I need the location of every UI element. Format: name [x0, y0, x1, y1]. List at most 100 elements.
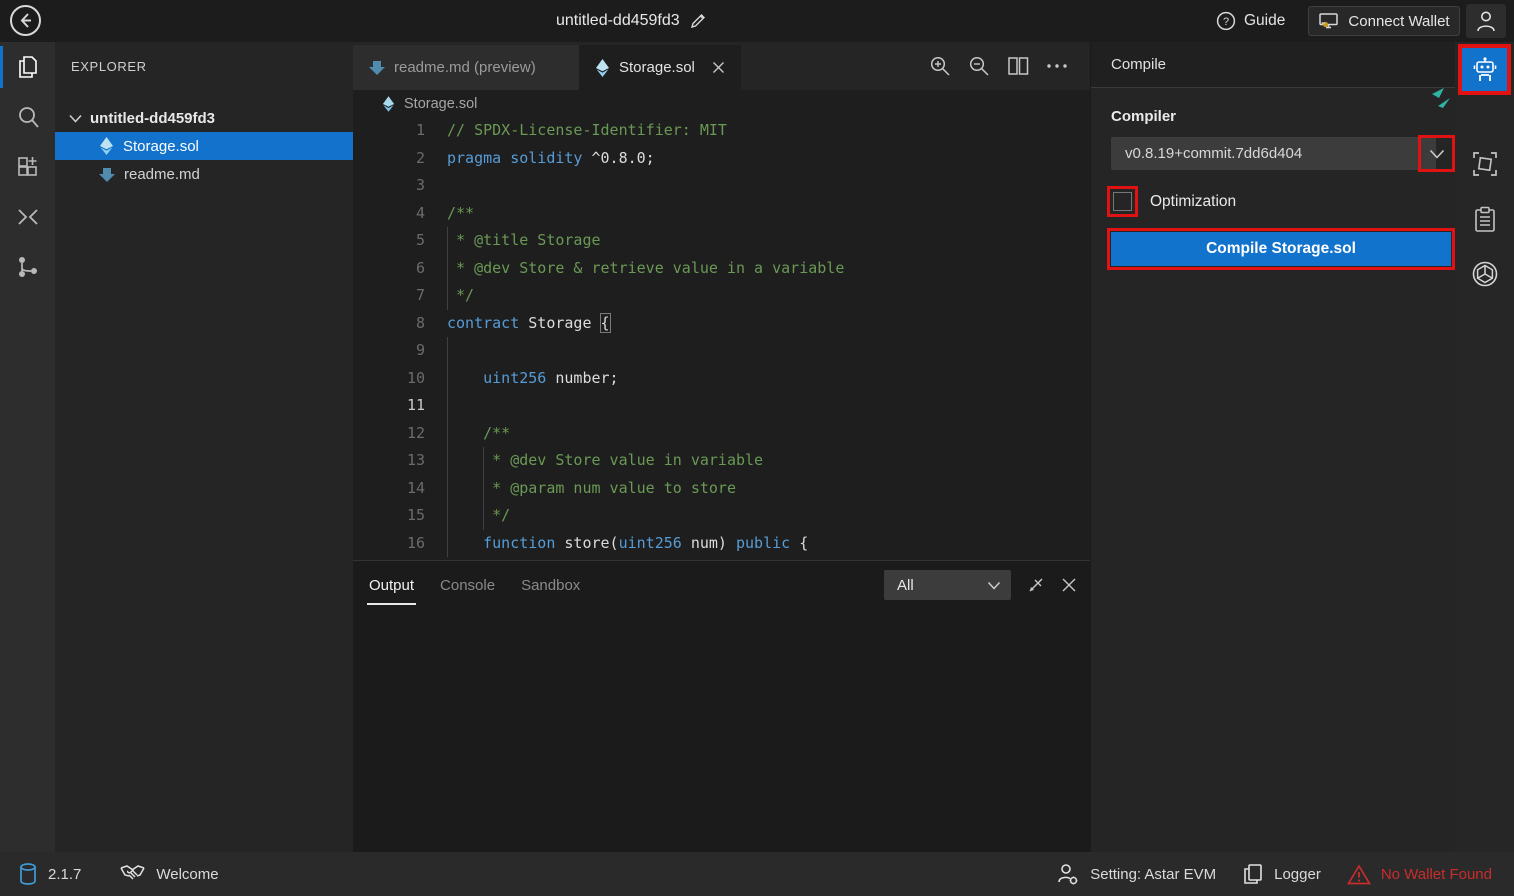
code-line[interactable]: 9 [353, 337, 1090, 365]
activity-explorer[interactable] [0, 42, 55, 92]
code-line[interactable]: 13 * @dev Store value in variable [353, 447, 1090, 475]
activity-interaction[interactable] [1455, 142, 1514, 186]
file-name: Storage.sol [123, 138, 199, 155]
line-content [425, 172, 447, 200]
network-setting[interactable]: Setting: Astar EVM [1056, 862, 1216, 886]
welcome-link[interactable]: Welcome [156, 866, 218, 883]
breadcrumb-file: Storage.sol [404, 96, 477, 112]
code-line[interactable]: 5 * @title Storage [353, 227, 1090, 255]
close-panel-icon[interactable] [1061, 577, 1077, 593]
code-line[interactable]: 16 function store(uint256 num) public { [353, 530, 1090, 558]
filter-value: All [897, 577, 914, 594]
tab-sandbox[interactable]: Sandbox [521, 561, 580, 609]
account-button[interactable] [1466, 4, 1506, 38]
code-line[interactable]: 4/** [353, 200, 1090, 228]
logger-button[interactable]: Logger [1242, 862, 1321, 886]
git-fork-icon [15, 254, 41, 280]
tab-readme-preview[interactable]: readme.md (preview) [353, 45, 579, 90]
line-number: 6 [353, 255, 425, 283]
ide-version: 2.1.7 [48, 866, 81, 883]
line-content: /** [425, 200, 474, 228]
tab-output[interactable]: Output [369, 561, 414, 609]
chevron-down-icon[interactable] [1429, 149, 1445, 159]
code-line[interactable]: 1// SPDX-License-Identifier: MIT [353, 117, 1090, 145]
code-editor[interactable]: 1// SPDX-License-Identifier: MIT2pragma … [353, 117, 1090, 560]
line-content: /** [425, 420, 510, 448]
indent-guide [483, 447, 484, 530]
line-number: 7 [353, 282, 425, 310]
code-line[interactable]: 10 uint256 number; [353, 365, 1090, 393]
code-line[interactable]: 7 */ [353, 282, 1090, 310]
robot-icon [1471, 56, 1499, 84]
compile-panel: Compile Compiler v0.8.19+commit.7dd6d404… [1090, 42, 1455, 852]
activity-compile-deploy[interactable] [1462, 48, 1507, 91]
code-line[interactable]: 11 [353, 392, 1090, 420]
compiler-label: Compiler [1111, 108, 1176, 125]
folder-row[interactable]: untitled-dd459fd3 [55, 104, 353, 132]
warning-triangle-icon [1347, 864, 1371, 885]
bottom-panel: Output Console Sandbox All [353, 560, 1090, 852]
file-readme-md[interactable]: readme.md [55, 160, 353, 188]
compiler-version-value: v0.8.19+commit.7dd6d404 [1125, 145, 1302, 162]
zoom-out-icon[interactable] [968, 55, 990, 77]
line-content: pragma solidity ^0.8.0; [425, 145, 655, 173]
optimization-checkbox[interactable] [1113, 192, 1132, 211]
back-button[interactable] [10, 5, 41, 36]
breadcrumb[interactable]: Storage.sol [353, 90, 1090, 117]
activity-plugins[interactable] [0, 142, 55, 192]
optimization-label: Optimization [1150, 193, 1236, 211]
indent-guide [447, 227, 448, 310]
rename-pencil-icon[interactable] [689, 12, 707, 30]
code-line[interactable]: 3 [353, 172, 1090, 200]
activity-search[interactable] [0, 92, 55, 142]
output-filter-select[interactable]: All [884, 570, 1011, 600]
tab-label: readme.md (preview) [394, 59, 536, 76]
clear-output-icon[interactable] [1026, 575, 1046, 595]
activity-ai-assistant[interactable] [1455, 252, 1514, 296]
more-actions-icon[interactable] [1046, 63, 1068, 69]
line-content [425, 392, 447, 420]
compiler-version-select[interactable]: v0.8.19+commit.7dd6d404 [1111, 137, 1436, 170]
code-line[interactable]: 6 * @dev Store & retrieve value in a var… [353, 255, 1090, 283]
zoom-in-icon[interactable] [929, 55, 951, 77]
compile-button[interactable]: Compile Storage.sol [1111, 232, 1451, 266]
clipboard-icon [1472, 206, 1498, 234]
line-content: * @title Storage [425, 227, 601, 255]
guide-button[interactable]: ? Guide [1216, 0, 1285, 42]
close-tab-icon[interactable] [712, 61, 725, 74]
tab-storage-sol[interactable]: Storage.sol [579, 45, 741, 90]
code-line[interactable]: 14 * @param num value to store [353, 475, 1090, 503]
project-title: untitled-dd459fd3 [556, 12, 680, 30]
left-activity-bar [0, 42, 55, 852]
wallet-warning-label: No Wallet Found [1381, 866, 1492, 883]
line-content: * @param num value to store [425, 475, 736, 503]
openai-icon [1471, 260, 1499, 288]
line-number: 1 [353, 117, 425, 145]
connect-wallet-button[interactable]: Connect Wallet [1308, 6, 1460, 36]
split-editor-icon[interactable] [1007, 56, 1029, 76]
file-storage-sol[interactable]: Storage.sol [55, 132, 353, 160]
line-number: 16 [353, 530, 425, 558]
line-number: 12 [353, 420, 425, 448]
code-line[interactable]: 12 /** [353, 420, 1090, 448]
line-content [425, 337, 447, 365]
editor-area: readme.md (preview) Storage.sol [353, 42, 1090, 852]
logger-label: Logger [1274, 866, 1321, 883]
line-number: 13 [353, 447, 425, 475]
person-icon [1475, 9, 1497, 33]
search-icon [15, 104, 41, 130]
activity-collapse[interactable] [0, 192, 55, 242]
editor-tabbar: readme.md (preview) Storage.sol [353, 42, 1090, 90]
code-line[interactable]: 2pragma solidity ^0.8.0; [353, 145, 1090, 173]
code-line[interactable]: 15 */ [353, 502, 1090, 530]
line-content: uint256 number; [425, 365, 619, 393]
tab-console[interactable]: Console [440, 561, 495, 609]
line-content: function store(uint256 num) public { [425, 530, 808, 558]
activity-source-control[interactable] [0, 242, 55, 292]
network-setting-label: Setting: Astar EVM [1090, 866, 1216, 883]
code-line[interactable]: 8contract Storage { [353, 310, 1090, 338]
line-content: */ [425, 282, 474, 310]
handshake-icon [119, 863, 146, 885]
activity-scripts[interactable] [1455, 198, 1514, 242]
wallet-warning[interactable]: No Wallet Found [1347, 864, 1492, 885]
